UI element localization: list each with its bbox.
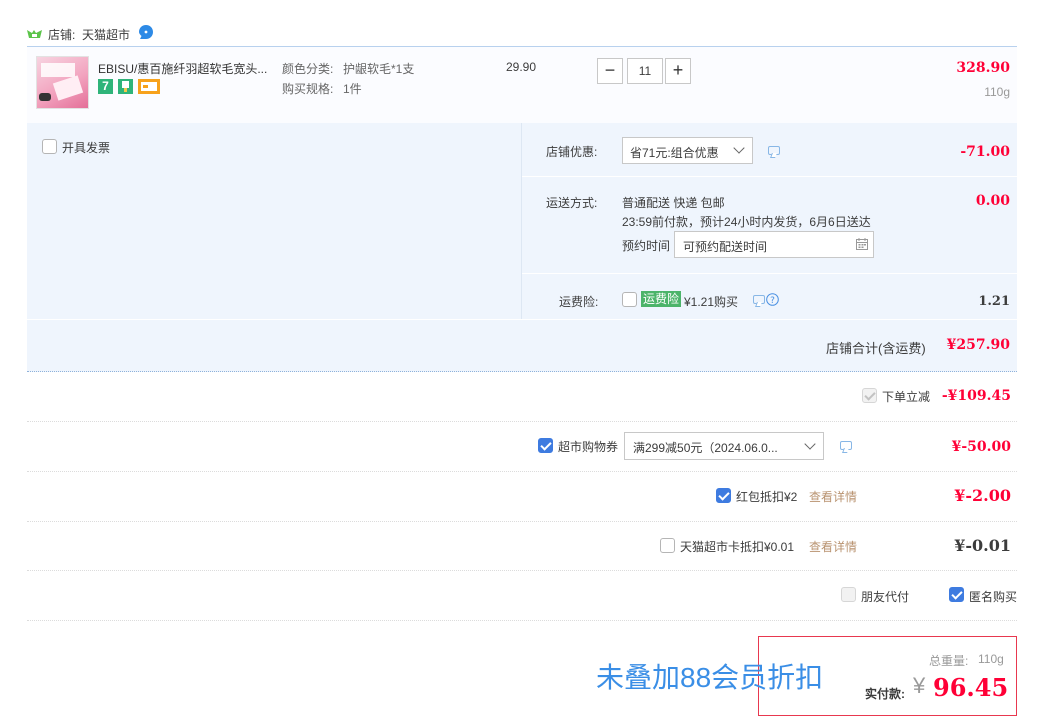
divider [27, 471, 1017, 472]
appointment-time-input[interactable]: 可预约配送时间 [674, 231, 874, 258]
tmall-store-icon [27, 28, 42, 38]
insurance-amount: 1.21 [978, 294, 1010, 309]
currency-symbol: ¥ [913, 673, 926, 698]
coupon-amount: ¥-50.00 [951, 439, 1011, 455]
discount-label: 店铺优惠: [546, 145, 598, 159]
unit-price: 29.90 [506, 60, 537, 74]
product-thumbnail[interactable] [36, 56, 89, 109]
discount-amount: -71.00 [960, 144, 1010, 160]
quantity-increase-button[interactable]: + [665, 58, 691, 84]
member-discount-annotation: 未叠加88会员折扣 [596, 662, 824, 693]
item-subtotal: 328.90 [956, 60, 1010, 76]
message-icon[interactable] [753, 295, 765, 304]
store-total-amount: ¥257.90 [946, 337, 1010, 353]
appointment-placeholder: 可预约配送时间 [683, 240, 768, 254]
store-total-label: 店铺合计(含运费) [826, 341, 926, 356]
product-title[interactable]: EBISU/惠百施纤羽超软毛宽头... [98, 60, 267, 77]
instant-discount-checkbox [862, 388, 877, 403]
calendar-icon[interactable] [856, 238, 868, 253]
card-details-link[interactable]: 查看详情 [809, 538, 857, 555]
quantity-decrease-button[interactable]: − [597, 58, 623, 84]
item-row: EBISU/惠百施纤羽超软毛宽头... 7 颜色分类: 护龈软毛*1支 购买规格… [27, 47, 1017, 123]
card-label[interactable]: 天猫超市卡抵扣¥0.01 [680, 538, 794, 555]
anonymous-label[interactable]: 匿名购买 [969, 588, 1017, 605]
chevron-down-icon [733, 142, 745, 154]
insurance-price: ¥1.21购买 [684, 295, 739, 309]
friend-pay-checkbox [841, 587, 856, 602]
divider [27, 421, 1017, 422]
store-label: 店铺: [48, 28, 76, 42]
insurance-checkbox[interactable] [622, 292, 637, 307]
anonymous-checkbox[interactable] [949, 587, 964, 602]
divider [27, 521, 1017, 522]
order-options-panel: 开具发票 店铺优惠: 省71元:组合优惠 -71.00 运送方式: 普通配送 快… [27, 123, 1017, 372]
store-name[interactable]: 天猫超市 [82, 26, 130, 43]
total-weight-label: 总重量: [929, 654, 969, 668]
coupon-select-value: 满299减50元（2024.06.0... [633, 441, 778, 455]
red-packet-checkbox[interactable] [716, 488, 731, 503]
insurance-divider [27, 319, 1017, 320]
credit-card-badge-icon [138, 79, 160, 94]
red-packet-amount: ¥-2.00 [954, 486, 1011, 505]
color-label: 颜色分类: [282, 62, 334, 76]
card-amount: ¥-0.01 [954, 536, 1011, 555]
red-packet-details-link[interactable]: 查看详情 [809, 488, 857, 505]
insurance-label: 运费险: [559, 295, 599, 309]
discount-select[interactable]: 省71元:组合优惠 [622, 137, 753, 164]
seven-day-return-badge: 7 [98, 79, 113, 94]
coupon-select[interactable]: 满299减50元（2024.06.0... [624, 432, 824, 460]
pay-amount: 96.45 [933, 673, 1009, 702]
quantity-input[interactable]: 11 [627, 58, 663, 84]
instant-discount-amount: -¥109.45 [941, 388, 1011, 404]
discount-select-value: 省71元:组合优惠 [630, 146, 719, 160]
coupon-label[interactable]: 超市购物券 [558, 438, 618, 455]
item-weight: 110g [984, 85, 1010, 99]
invoice-label[interactable]: 开具发票 [62, 139, 110, 156]
shipping-method: 普通配送 快递 包邮 [622, 196, 725, 210]
chat-bubble-icon[interactable] [138, 24, 154, 43]
svg-text:?: ? [770, 296, 775, 306]
divider [27, 620, 1017, 621]
chevron-down-icon [804, 438, 816, 450]
spec-label: 购买规格: [282, 82, 334, 96]
appointment-label: 预约时间 [622, 239, 671, 253]
discount-divider [522, 176, 1017, 177]
instant-discount-label: 下单立减 [882, 390, 931, 404]
total-weight-value: 110g [978, 652, 1004, 666]
message-icon[interactable] [768, 146, 780, 155]
divider [27, 570, 1017, 571]
invoice-checkbox[interactable] [42, 139, 57, 154]
shipping-label: 运送方式: [546, 196, 598, 210]
coupon-checkbox[interactable] [538, 438, 553, 453]
insurance-tag: 运费险 [641, 291, 682, 307]
message-icon[interactable] [840, 441, 852, 450]
red-packet-label[interactable]: 红包抵扣¥2 [736, 488, 797, 505]
help-question-icon[interactable]: ? [766, 293, 779, 309]
shipping-eta: 23:59前付款，预计24小时内发货，6月6日送达 [622, 215, 871, 229]
spec-value: 1件 [343, 82, 362, 96]
color-value: 护龈软毛*1支 [343, 62, 415, 76]
shipping-amount: 0.00 [975, 193, 1010, 209]
pay-amount-label: 实付款: [865, 687, 905, 701]
friend-pay-label: 朋友代付 [861, 590, 910, 604]
shipping-divider [522, 273, 1017, 274]
guarantee-badge-icon [118, 79, 133, 94]
card-checkbox[interactable] [660, 538, 675, 553]
